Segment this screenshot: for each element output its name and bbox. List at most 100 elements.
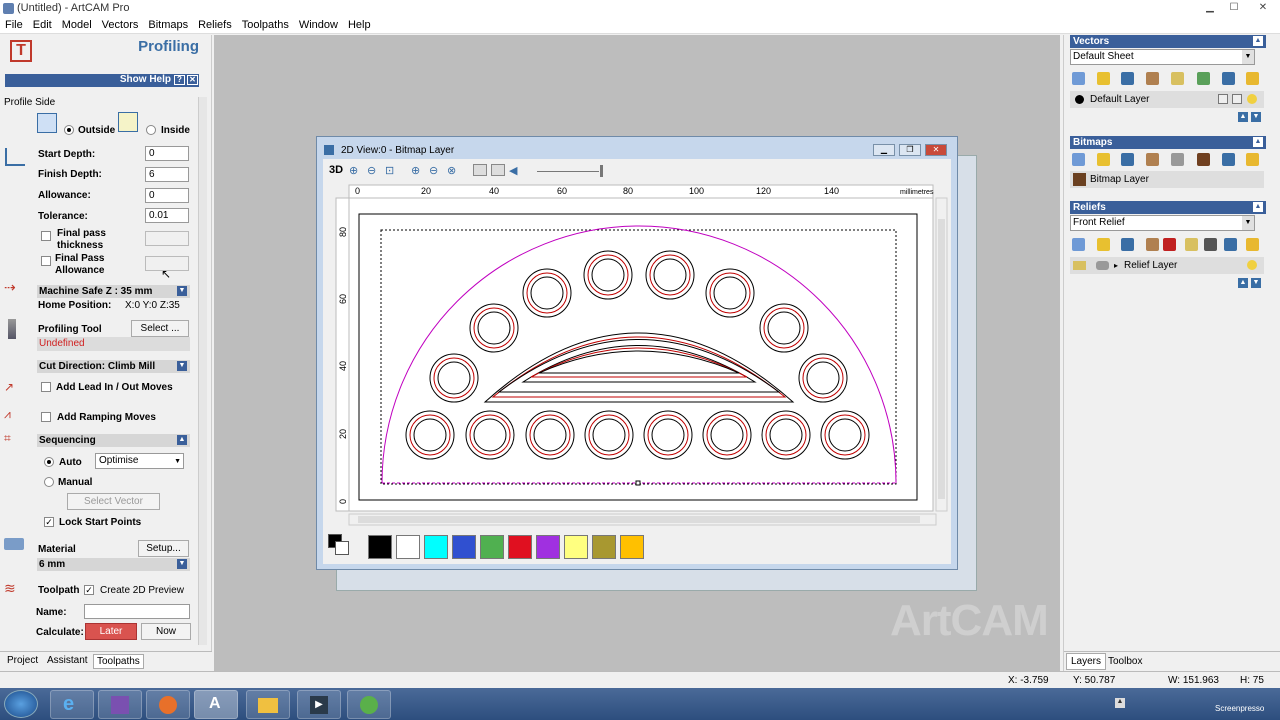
internet-explorer-icon[interactable]: e bbox=[50, 690, 94, 719]
palette-swatch[interactable] bbox=[480, 535, 504, 559]
add-ramping-checkbox[interactable] bbox=[41, 412, 51, 422]
file-explorer-icon[interactable] bbox=[246, 690, 290, 719]
outside-profile-icon[interactable] bbox=[37, 113, 57, 133]
new-vector-layer-icon[interactable] bbox=[1072, 72, 1085, 85]
calculate-later-button[interactable]: Later bbox=[85, 623, 137, 640]
inside-radio[interactable] bbox=[146, 125, 156, 135]
relief-layer-row[interactable]: ▸ Relief Layer bbox=[1070, 257, 1264, 274]
menu-edit[interactable]: Edit bbox=[28, 18, 57, 32]
relief-select[interactable]: Front Relief ▼ bbox=[1070, 215, 1255, 231]
create-2d-preview-checkbox[interactable]: ✓ bbox=[84, 585, 94, 595]
start-button[interactable] bbox=[4, 690, 38, 718]
menu-toolpaths[interactable]: Toolpaths bbox=[237, 18, 294, 32]
relief-options-icon[interactable] bbox=[1246, 238, 1259, 251]
delete-vector-icon[interactable] bbox=[1222, 72, 1235, 85]
menu-model[interactable]: Model bbox=[57, 18, 97, 32]
visibility-bulb-icon[interactable] bbox=[1247, 260, 1257, 270]
manual-radio[interactable] bbox=[44, 477, 54, 487]
reliefs-header[interactable]: Reliefs ▲ bbox=[1070, 201, 1266, 214]
view-close-button[interactable]: ✕ bbox=[925, 144, 947, 156]
vectors-header[interactable]: Vectors ▲ bbox=[1070, 35, 1266, 48]
add-lead-checkbox[interactable] bbox=[41, 382, 51, 392]
palette-swatch[interactable] bbox=[508, 535, 532, 559]
palette-swatch[interactable] bbox=[536, 535, 560, 559]
show-help-bar[interactable]: Show Help ? ✕ bbox=[5, 74, 199, 87]
delete-relief-icon[interactable] bbox=[1224, 238, 1237, 251]
vector-options-icon[interactable] bbox=[1246, 72, 1259, 85]
menu-help[interactable]: Help bbox=[343, 18, 376, 32]
chevron-up-icon[interactable]: ▲ bbox=[1253, 202, 1263, 212]
material-value-bar[interactable]: 6 mm ▼ bbox=[37, 558, 190, 571]
menu-file[interactable]: File bbox=[0, 18, 28, 32]
toolpath-name-input[interactable] bbox=[84, 604, 190, 619]
tab-layers[interactable]: Layers bbox=[1066, 653, 1107, 670]
merge-vector-icon[interactable] bbox=[1197, 72, 1210, 85]
palette-swatch[interactable] bbox=[452, 535, 476, 559]
palette-swatch[interactable] bbox=[368, 535, 392, 559]
copy-vector-icon[interactable] bbox=[1146, 72, 1159, 85]
palette-swatch[interactable] bbox=[564, 535, 588, 559]
auto-radio[interactable] bbox=[44, 457, 54, 467]
copy-relief-icon[interactable] bbox=[1146, 238, 1159, 251]
left-panel-scrollbar[interactable] bbox=[198, 97, 207, 645]
menu-window[interactable]: Window bbox=[294, 18, 343, 32]
tab-assistant[interactable]: Assistant bbox=[47, 655, 88, 666]
allowance-input[interactable]: 0 bbox=[145, 188, 189, 203]
relief-combine-icon[interactable] bbox=[1163, 238, 1176, 251]
save-bitmap-icon[interactable] bbox=[1121, 153, 1134, 166]
final-pass-allowance-checkbox[interactable] bbox=[41, 256, 51, 266]
cut-direction-bar[interactable]: Cut Direction: Climb Mill ▼ bbox=[37, 360, 190, 373]
final-pass-thickness-checkbox[interactable] bbox=[41, 231, 51, 241]
background-color[interactable] bbox=[335, 541, 349, 555]
select-tool-button[interactable]: Select ... bbox=[131, 320, 189, 337]
relief-bake-icon[interactable] bbox=[1204, 238, 1217, 251]
copy-bitmap-icon[interactable] bbox=[1146, 153, 1159, 166]
paste-relief-icon[interactable] bbox=[1185, 238, 1198, 251]
chevron-down-icon[interactable]: ▼ bbox=[177, 559, 187, 569]
media-player-icon[interactable]: ▶ bbox=[297, 690, 341, 719]
close-panel-icon[interactable]: ✕ bbox=[187, 75, 198, 85]
view-canvas-svg[interactable]: 0 20 40 60 80 100 120 140 millimetres 80… bbox=[323, 159, 951, 564]
paste-vector-icon[interactable] bbox=[1171, 72, 1184, 85]
tab-toolbox[interactable]: Toolbox bbox=[1108, 656, 1142, 667]
palette-swatch[interactable] bbox=[424, 535, 448, 559]
open-vector-icon[interactable] bbox=[1097, 72, 1110, 85]
new-relief-layer-icon[interactable] bbox=[1072, 238, 1085, 251]
relief-visible-icon[interactable] bbox=[1073, 261, 1086, 270]
green-app-icon[interactable] bbox=[347, 690, 391, 719]
menu-bitmaps[interactable]: Bitmaps bbox=[143, 18, 193, 32]
artcam-taskbar-icon[interactable]: A bbox=[194, 690, 238, 719]
start-depth-input[interactable]: 0 bbox=[145, 146, 189, 161]
palette-swatch[interactable] bbox=[396, 535, 420, 559]
new-bitmap-layer-icon[interactable] bbox=[1072, 153, 1085, 166]
help-question-icon[interactable]: ? bbox=[174, 75, 185, 85]
edit-icon[interactable] bbox=[1232, 94, 1242, 104]
tab-toolpaths[interactable]: Toolpaths bbox=[93, 654, 144, 669]
save-vector-icon[interactable] bbox=[1121, 72, 1134, 85]
menu-vectors[interactable]: Vectors bbox=[97, 18, 144, 32]
move-up-icon[interactable]: ▲ bbox=[1238, 278, 1248, 288]
view-restore-button[interactable]: ❐ bbox=[899, 144, 921, 156]
delete-bitmap-icon[interactable] bbox=[1222, 153, 1235, 166]
close-button[interactable]: ✕ bbox=[1246, 0, 1280, 16]
vector-sheet-select[interactable]: Default Sheet ▼ bbox=[1070, 49, 1255, 65]
default-layer-row[interactable]: Default Layer bbox=[1070, 91, 1264, 108]
save-relief-icon[interactable] bbox=[1121, 238, 1134, 251]
chevron-down-icon[interactable]: ▼ bbox=[177, 361, 187, 371]
tray-arrow-icon[interactable]: ▲ bbox=[1115, 698, 1125, 708]
bitmap-layer-row[interactable]: Bitmap Layer bbox=[1070, 171, 1264, 188]
move-down-icon[interactable]: ▼ bbox=[1251, 278, 1261, 288]
maximize-button[interactable]: ☐ bbox=[1220, 0, 1248, 16]
chevron-up-icon[interactable]: ▲ bbox=[177, 435, 187, 445]
palette-swatch[interactable] bbox=[620, 535, 644, 559]
expand-arrow-icon[interactable]: ▸ bbox=[1114, 257, 1118, 274]
menu-reliefs[interactable]: Reliefs bbox=[193, 18, 237, 32]
outside-radio[interactable] bbox=[64, 125, 74, 135]
bitmap-image-icon[interactable] bbox=[1197, 153, 1210, 166]
lock-start-points-checkbox[interactable]: ✓ bbox=[44, 517, 54, 527]
relief-mode-icon[interactable] bbox=[1096, 261, 1109, 270]
move-down-icon[interactable]: ▼ bbox=[1251, 112, 1261, 122]
visibility-bulb-icon[interactable] bbox=[1247, 94, 1257, 104]
firefox-icon[interactable] bbox=[146, 690, 190, 719]
bitmap-to-vector-icon[interactable] bbox=[1171, 153, 1184, 166]
